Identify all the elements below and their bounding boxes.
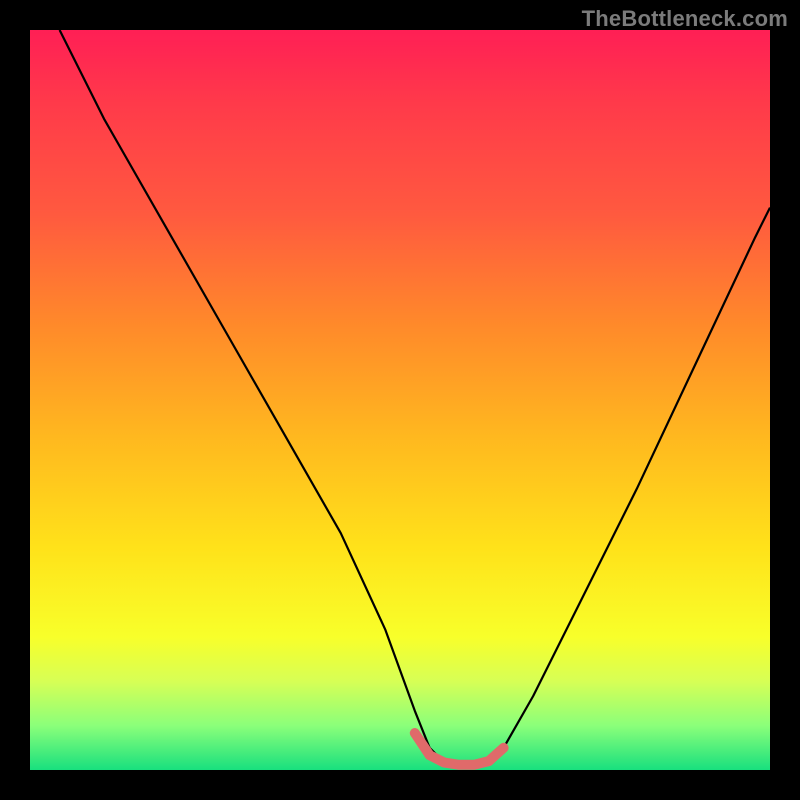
watermark-text: TheBottleneck.com [582, 6, 788, 32]
curve-layer [30, 30, 770, 770]
optimal-highlight [415, 733, 504, 765]
bottleneck-curve [60, 30, 770, 766]
chart-frame: TheBottleneck.com [0, 0, 800, 800]
